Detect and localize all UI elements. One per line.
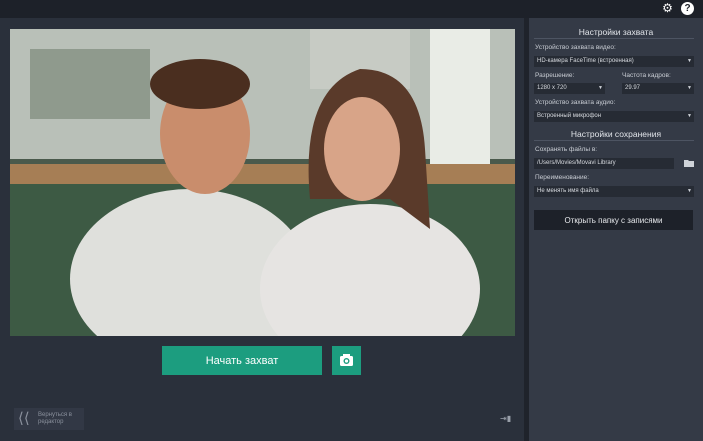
save-to-label: Сохранять файлы в:: [535, 146, 598, 153]
video-device-label: Устройство захвата видео:: [535, 44, 616, 51]
chevron-left-icon: ⟨⟨: [18, 410, 30, 427]
audio-device-value: Встроенный микрофон: [537, 113, 602, 119]
framerate-label: Частота кадров:: [622, 72, 671, 79]
folder-icon[interactable]: [684, 159, 695, 167]
settings-panel: Настройки захвата Устройство захвата вид…: [529, 18, 703, 441]
rename-label: Переименование:: [535, 174, 590, 181]
help-icon[interactable]: ?: [681, 2, 694, 15]
audio-device-label: Устройство захвата аудио:: [535, 99, 616, 106]
snapshot-button[interactable]: [332, 346, 361, 375]
gear-icon[interactable]: ⚙: [661, 2, 674, 15]
capture-settings-title: Настройки захвата: [578, 27, 654, 37]
chevron-down-icon: ▼: [687, 85, 692, 91]
rename-select[interactable]: Не менять имя файла ▼: [534, 186, 694, 197]
chevron-down-icon: ▼: [598, 85, 603, 91]
resolution-value: 1280 x 720: [537, 85, 567, 91]
chevron-down-icon: ▼: [687, 58, 692, 64]
capture-area: Начать захват ⟨⟨ Вернуться в редактор ⇥▮: [0, 18, 524, 441]
save-path-field[interactable]: /Users/Movies/Movavi Library: [534, 158, 674, 169]
webcam-preview: [10, 29, 515, 336]
section-divider: [534, 38, 694, 39]
collapse-panel-icon[interactable]: ⇥▮: [500, 414, 512, 424]
back-to-editor-button[interactable]: ⟨⟨ Вернуться в редактор: [14, 408, 84, 430]
framerate-value: 29.97: [625, 85, 641, 91]
open-folder-button[interactable]: Открыть папку с записями: [534, 210, 693, 230]
chevron-down-icon: ▼: [687, 188, 692, 194]
top-bar: ⚙ ?: [0, 0, 703, 18]
resolution-select[interactable]: 1280 x 720 ▼: [534, 83, 605, 94]
camera-icon: [340, 354, 353, 366]
chevron-down-icon: ▼: [687, 113, 692, 119]
camera-feed-image: [10, 29, 515, 336]
audio-device-select[interactable]: Встроенный микрофон ▼: [534, 111, 694, 122]
save-settings-title: Настройки сохранения: [570, 129, 662, 139]
rename-value: Не менять имя файла: [537, 188, 599, 194]
start-capture-button[interactable]: Начать захват: [162, 346, 322, 375]
back-to-editor-label: Вернуться в редактор: [38, 412, 72, 425]
video-device-value: HD-камера FaceTime (встроенная): [537, 58, 634, 64]
framerate-select[interactable]: 29.97 ▼: [622, 83, 694, 94]
save-path-value: /Users/Movies/Movavi Library: [537, 160, 616, 166]
video-device-select[interactable]: HD-камера FaceTime (встроенная) ▼: [534, 56, 694, 67]
section-divider: [534, 140, 694, 141]
resolution-label: Разрешение:: [535, 72, 575, 79]
